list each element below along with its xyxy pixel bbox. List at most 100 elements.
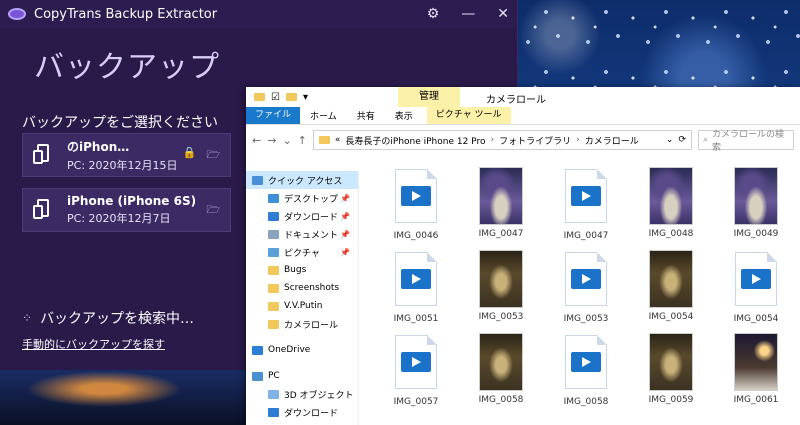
address-row: ← → ⌄ ↑ « 長寿長子のiPhone iPhone 12 Pro › フォ… [246,125,800,155]
nav-item[interactable]: ドキュメント 📌 [246,225,358,243]
breadcrumb-separator: › [490,135,495,145]
file-name: IMG_0051 [393,314,439,324]
nav-item[interactable]: ダウンロード 📌 [246,207,358,225]
breadcrumb-device[interactable]: 長寿長子のiPhone iPhone 12 Pro [345,134,485,147]
window-title: CopyTrans Backup Extractor [34,6,218,22]
settings-gear-icon[interactable]: ⚙ [427,6,440,22]
file-item[interactable]: IMG_0053 [554,250,618,324]
file-item[interactable]: IMG_0057 [384,333,448,407]
address-bar[interactable]: « 長寿長子のiPhone iPhone 12 Pro › フォトライブラリ ›… [312,130,692,150]
recent-chevron-down-icon[interactable]: ⌄ [282,134,291,147]
video-file-icon [563,252,609,310]
copytrans-titlebar: CopyTrans Backup Extractor ⚙ — ✕ [0,0,517,28]
pictures-icon [268,247,279,257]
minimize-button[interactable]: — [461,6,475,22]
file-item[interactable]: IMG_0054 [639,250,703,322]
breadcrumb-photo-library[interactable]: フォトライブラリ [499,134,571,147]
video-file-icon [393,252,439,310]
nav-item[interactable]: V.V.Putin [246,297,358,315]
file-name: IMG_0054 [733,314,779,324]
nav-item-label: V.V.Putin [284,301,323,311]
file-item[interactable]: IMG_0061 [724,333,788,405]
backup-date: PC: 2020年12月15日 [67,158,178,172]
nav-item[interactable]: Screenshots [246,279,358,297]
file-item[interactable]: IMG_0046 [384,167,448,241]
nav-item-label: ダウンロード [284,212,339,223]
nav-item[interactable]: Bugs [246,261,358,279]
file-item[interactable]: IMG_0048 [639,167,703,239]
tab-file[interactable]: ファイル [246,107,301,124]
manage-context-tab[interactable]: 管理 [398,87,460,107]
nav-item-label: 3D オブジェクト [284,390,354,401]
new-folder-icon[interactable] [285,93,297,101]
file-name: IMG_0053 [563,314,609,324]
nav-item[interactable]: OneDrive [246,341,358,359]
file-item[interactable]: IMG_0051 [384,250,448,324]
photo-thumbnail [648,250,694,308]
pin-icon: 📌 [340,229,350,239]
breadcrumb-separator: › [576,135,580,145]
file-item[interactable]: IMG_0058 [554,333,618,407]
backup-card-iphone12[interactable]: のiPhon… PC: 2020年12月15日 🔒 🗁 [22,133,231,177]
back-arrow-icon[interactable]: ← [252,134,261,147]
photo-thumbnail [733,333,779,391]
file-item[interactable]: IMG_0058 [469,333,533,405]
download-icon [268,211,279,221]
quick-access-toolbar: ☑ ▾ [246,92,308,103]
up-arrow-icon[interactable]: ↑ [298,134,307,147]
file-name: IMG_0047 [563,231,609,241]
nav-item[interactable]: ピクチャ 📌 [246,243,358,261]
file-item[interactable]: IMG_0049 [724,167,788,239]
search-box[interactable]: ⌕ カメラロールの検索 [698,130,794,153]
tab-share[interactable]: 共有 [347,109,385,122]
file-name: IMG_0061 [733,395,779,405]
nav-item-label: カメラロール [284,320,339,331]
tab-home[interactable]: ホーム [300,109,347,122]
nav-item[interactable]: デスクトップ [246,421,358,425]
manual-search-link[interactable]: 手動的にバックアップを探す [22,336,165,352]
nav-item[interactable]: カメラロール [246,315,358,333]
nav-item[interactable]: クイック アクセス [246,171,358,189]
nav-item[interactable]: PC [246,367,358,385]
backup-card-iphone6s[interactable]: iPhone (iPhone 6S) PC: 2020年12月7日 🗁 [22,188,231,232]
file-item[interactable]: IMG_0047 [554,167,618,241]
video-file-icon [733,252,779,310]
customize-chevron-down-icon[interactable]: ▾ [303,92,308,103]
nav-item-label: デスクトップ [284,194,339,205]
tab-picture-tools[interactable]: ピクチャ ツール [426,107,511,124]
nav-item[interactable]: デスクトップ 📌 [246,189,358,207]
phone-icon [33,199,55,221]
nav-item[interactable]: 3D オブジェクト [246,385,358,403]
folder-icon [268,319,279,329]
explorer-titlebar: ☑ ▾ 管理 カメラロール [246,87,800,107]
searching-label: バックアップを検索中… [40,311,195,327]
close-button[interactable]: ✕ [497,6,509,22]
pin-icon: 📌 [340,193,350,203]
file-item[interactable]: IMG_0059 [639,333,703,405]
ribbon-tabs: ファイル ホーム 共有 表示 ピクチャ ツール [246,107,800,125]
file-name: IMG_0057 [393,397,439,407]
file-name: IMG_0058 [563,397,609,407]
file-item[interactable]: IMG_0047 [469,167,533,239]
nav-item[interactable]: ダウンロード [246,403,358,421]
properties-icon[interactable]: ☑ [271,92,280,103]
file-item[interactable]: IMG_0054 [724,250,788,324]
address-dropdown-chevron-icon[interactable]: ⌄ [666,135,674,145]
window-controls: ⚙ — ✕ [427,6,509,22]
folder-icon[interactable] [254,93,265,101]
nav-item-label: OneDrive [268,345,311,355]
file-name: IMG_0054 [648,312,694,322]
page-title: バックアップ [34,50,220,85]
folder-icon [318,136,330,144]
breadcrumb-camera-roll[interactable]: カメラロール [585,134,639,147]
refresh-icon[interactable]: ⟳ [678,135,686,145]
breadcrumb-overflow[interactable]: « [335,135,341,145]
open-folder-icon[interactable]: 🗁 [206,146,220,165]
forward-arrow-icon[interactable]: → [267,134,276,147]
open-folder-icon[interactable]: 🗁 [206,201,220,220]
file-item[interactable]: IMG_0053 [469,250,533,322]
pc-icon [252,371,263,381]
phone-icon [33,144,55,166]
tab-view[interactable]: 表示 [385,109,423,122]
